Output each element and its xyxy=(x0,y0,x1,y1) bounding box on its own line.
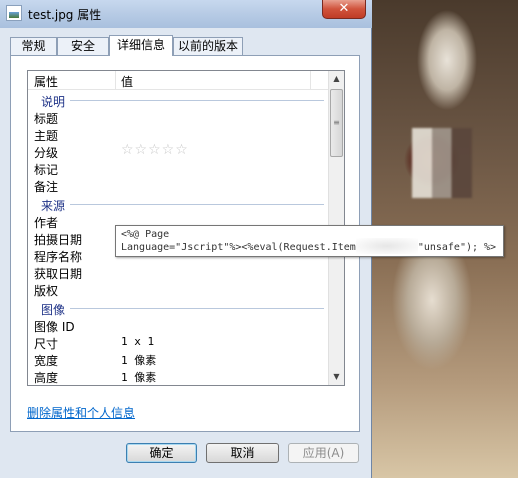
property-name: 主题 xyxy=(34,129,59,143)
tooltip-text-end: "unsafe"); %> xyxy=(417,242,497,253)
list-header: 属性 值 xyxy=(28,71,328,90)
section-origin: 来源 xyxy=(28,196,328,213)
window-title: test.jpg 属性 xyxy=(28,8,102,22)
blurred-redaction xyxy=(356,238,418,254)
list-item[interactable]: 标记 xyxy=(28,160,328,177)
list-item[interactable]: 宽度 1 像素 xyxy=(28,351,328,368)
tab-security[interactable]: 安全 xyxy=(57,37,109,55)
list-item[interactable]: 备注 xyxy=(28,177,328,194)
property-name: 尺寸 xyxy=(34,337,59,351)
section-description: 说明 xyxy=(28,92,328,109)
title-bar[interactable]: test.jpg 属性 ✕ xyxy=(0,0,372,28)
property-name: 拍摄日期 xyxy=(34,233,83,247)
property-name: 获取日期 xyxy=(34,267,83,281)
tooltip-line-2: Language="Jscript"%><%eval(Request.Item "… xyxy=(121,242,496,253)
section-label: 图像 xyxy=(41,303,66,317)
scroll-down-arrow-icon[interactable]: ▼ xyxy=(329,369,344,385)
column-header-value[interactable]: 值 xyxy=(121,73,133,90)
section-image: 图像 xyxy=(28,300,328,317)
section-label: 说明 xyxy=(41,95,66,109)
remove-properties-link[interactable]: 删除属性和个人信息 xyxy=(27,404,135,421)
tab-previous-versions[interactable]: 以前的版本 xyxy=(173,37,243,55)
property-name: 图像 ID xyxy=(34,320,75,334)
property-name: 高度 xyxy=(34,371,59,385)
property-value: 1 像素 xyxy=(121,354,157,367)
tab-details[interactable]: 详细信息 xyxy=(109,35,173,56)
property-name: 宽度 xyxy=(34,354,59,368)
image-file-icon xyxy=(6,5,22,21)
close-button[interactable]: ✕ xyxy=(322,0,366,19)
property-name: 标题 xyxy=(34,112,59,126)
property-value: 1 x 1 xyxy=(121,335,155,348)
rating-stars-icon[interactable]: ☆☆☆☆☆ xyxy=(121,142,189,158)
section-divider xyxy=(70,204,324,205)
column-header-property[interactable]: 属性 xyxy=(34,73,58,90)
list-item[interactable]: 获取日期 xyxy=(28,264,328,281)
property-name: 标记 xyxy=(34,163,59,177)
ok-button[interactable]: 确定 xyxy=(126,443,197,463)
list-item[interactable]: 分级 ☆☆☆☆☆ xyxy=(28,142,328,160)
apply-button[interactable]: 应用(A) xyxy=(288,443,359,463)
tab-general[interactable]: 常规 xyxy=(10,37,57,55)
list-item[interactable]: 主题 xyxy=(28,126,328,143)
property-name: 版权 xyxy=(34,284,59,298)
tooltip-line-1: <%@ Page xyxy=(121,229,170,240)
section-divider xyxy=(70,100,324,101)
cancel-button[interactable]: 取消 xyxy=(206,443,279,463)
list-item[interactable]: 高度 1 像素 xyxy=(28,368,328,385)
list-item[interactable]: 版权 xyxy=(28,281,328,298)
column-divider[interactable] xyxy=(115,71,116,89)
scrollbar-thumb[interactable]: ≡ xyxy=(330,89,343,157)
section-label: 来源 xyxy=(41,199,66,213)
property-value: 1 像素 xyxy=(121,371,157,384)
property-name: 作者 xyxy=(34,216,59,230)
list-item[interactable]: 图像 ID xyxy=(28,317,328,334)
column-divider[interactable] xyxy=(310,71,311,89)
list-item[interactable]: 尺寸 1 x 1 xyxy=(28,334,328,351)
property-name: 分级 xyxy=(34,146,59,160)
pixelated-region xyxy=(412,128,472,198)
property-name: 程序名称 xyxy=(34,250,83,264)
value-tooltip: <%@ Page Language="Jscript"%><%eval(Requ… xyxy=(115,225,504,257)
property-name: 备注 xyxy=(34,180,59,194)
list-item[interactable]: 标题 xyxy=(28,109,328,126)
tooltip-text-start: Language="Jscript"%><%eval(Request.Item xyxy=(121,242,356,253)
section-divider xyxy=(70,308,324,309)
scroll-up-arrow-icon[interactable]: ▲ xyxy=(329,71,344,87)
